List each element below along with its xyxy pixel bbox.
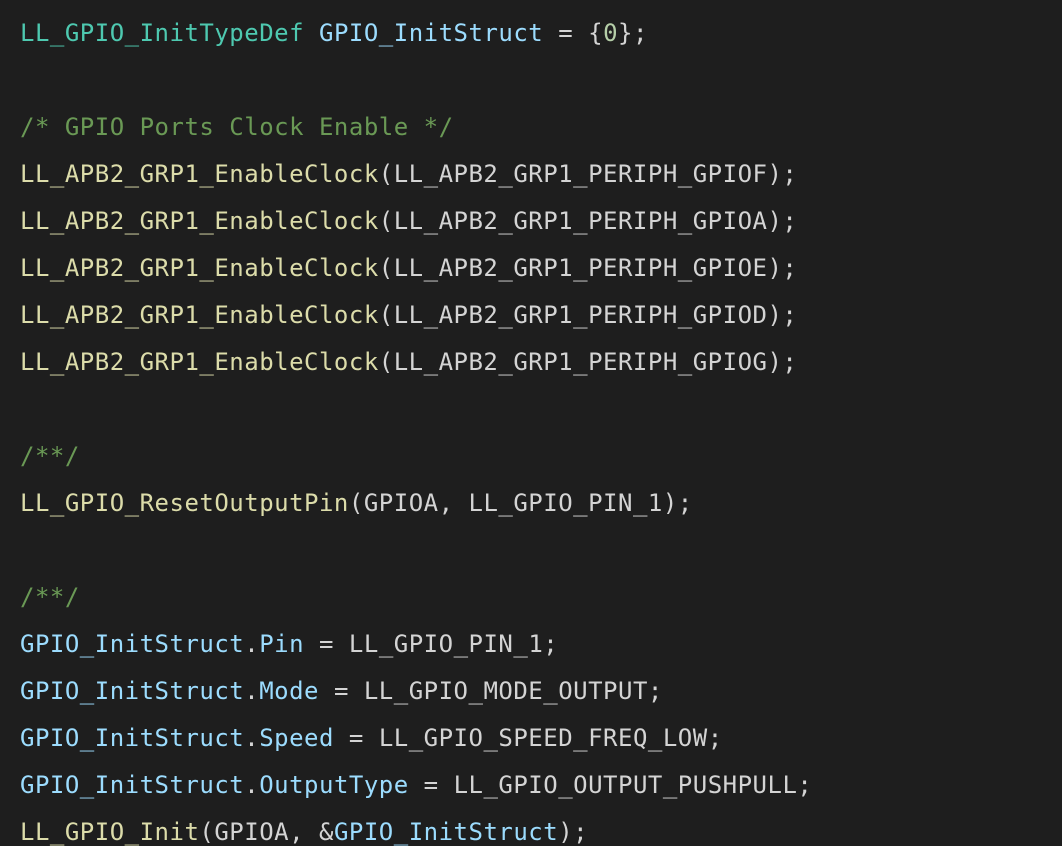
code-token [409,771,424,799]
code-token [304,19,319,47]
code-token: LL_APB2_GRP1_PERIPH_GPIOA [394,207,768,235]
code-token: LL_GPIO_PIN_1 [349,630,543,658]
code-token: ( [379,254,394,282]
code-token: Mode [259,677,319,705]
code-token: , [289,818,319,846]
code-token: = [424,771,439,799]
code-token: = [349,724,364,752]
code-token: ( [379,301,394,329]
code-token: LL_APB2_GRP1_PERIPH_GPIOD [394,301,768,329]
code-token [349,677,364,705]
code-token [543,19,558,47]
code-token: ( [199,818,214,846]
code-token: GPIOA [214,818,289,846]
code-token: ( [379,348,394,376]
code-token [319,677,334,705]
code-token: ); [767,207,797,235]
code-token: LL_GPIO_MODE_OUTPUT [364,677,648,705]
code-token: . [244,771,259,799]
code-token: { [573,19,603,47]
code-token: GPIO_InitStruct [20,630,244,658]
code-token: GPIO_InitStruct [319,19,543,47]
code-token: ); [767,254,797,282]
code-token: Speed [259,724,334,752]
code-token [364,724,379,752]
code-token [334,724,349,752]
code-token: GPIO_InitStruct [20,724,244,752]
code-token: GPIO_InitStruct [334,818,558,846]
code-token: LL_GPIO_PIN_1 [469,489,663,517]
code-line[interactable]: /* GPIO Ports Clock Enable */ [20,113,454,141]
code-token: , [439,489,469,517]
code-token: /**/ [20,442,80,470]
code-token: /**/ [20,583,80,611]
code-token: LL_APB2_GRP1_EnableClock [20,301,379,329]
code-line[interactable]: /**/ [20,442,80,470]
code-token: LL_APB2_GRP1_EnableClock [20,348,379,376]
code-token: /* GPIO Ports Clock Enable */ [20,113,454,141]
code-line[interactable]: LL_APB2_GRP1_EnableClock(LL_APB2_GRP1_PE… [20,348,797,376]
code-token: LL_APB2_GRP1_PERIPH_GPIOE [394,254,768,282]
code-token: LL_GPIO_SPEED_FREQ_LOW [379,724,708,752]
code-token [304,630,319,658]
code-token: & [319,818,334,846]
code-token: ; [543,630,558,658]
code-token: ); [663,489,693,517]
code-token: }; [618,19,648,47]
code-line[interactable]: LL_GPIO_Init(GPIOA, &GPIO_InitStruct); [20,818,588,846]
code-token: = [319,630,334,658]
code-token: GPIO_InitStruct [20,677,244,705]
code-token: LL_GPIO_InitTypeDef [20,19,304,47]
code-token: . [244,630,259,658]
code-line[interactable]: GPIO_InitStruct.Mode = LL_GPIO_MODE_OUTP… [20,677,663,705]
code-line[interactable]: GPIO_InitStruct.Pin = LL_GPIO_PIN_1; [20,630,558,658]
code-token: ; [797,771,812,799]
code-token: ; [648,677,663,705]
code-token: ); [558,818,588,846]
code-token: GPIO_InitStruct [20,771,244,799]
code-token: LL_APB2_GRP1_PERIPH_GPIOG [394,348,768,376]
code-token: = [558,19,573,47]
code-token: LL_APB2_GRP1_EnableClock [20,254,379,282]
code-line[interactable]: LL_APB2_GRP1_EnableClock(LL_APB2_GRP1_PE… [20,254,797,282]
code-token: LL_APB2_GRP1_PERIPH_GPIOF [394,160,768,188]
code-editor-content[interactable]: LL_GPIO_InitTypeDef GPIO_InitStruct = {0… [0,0,1062,846]
code-token: LL_GPIO_ResetOutputPin [20,489,349,517]
code-token: . [244,677,259,705]
code-token: GPIOA [364,489,439,517]
code-token: ); [767,301,797,329]
code-token: = [334,677,349,705]
code-token: ( [379,207,394,235]
code-token: LL_GPIO_OUTPUT_PUSHPULL [454,771,798,799]
code-token: Pin [259,630,304,658]
code-token: ( [349,489,364,517]
code-line[interactable]: GPIO_InitStruct.OutputType = LL_GPIO_OUT… [20,771,812,799]
code-token: 0 [603,19,618,47]
code-token [334,630,349,658]
code-token: ); [767,160,797,188]
code-line[interactable]: LL_GPIO_ResetOutputPin(GPIOA, LL_GPIO_PI… [20,489,693,517]
code-line[interactable]: /**/ [20,583,80,611]
code-token: LL_APB2_GRP1_EnableClock [20,160,379,188]
code-token: ); [767,348,797,376]
code-token: LL_GPIO_Init [20,818,199,846]
code-line[interactable]: GPIO_InitStruct.Speed = LL_GPIO_SPEED_FR… [20,724,723,752]
code-token: OutputType [259,771,409,799]
code-token: LL_APB2_GRP1_EnableClock [20,207,379,235]
code-line[interactable]: LL_GPIO_InitTypeDef GPIO_InitStruct = {0… [20,19,648,47]
code-line[interactable]: LL_APB2_GRP1_EnableClock(LL_APB2_GRP1_PE… [20,207,797,235]
code-token: ( [379,160,394,188]
code-token: . [244,724,259,752]
code-line[interactable]: LL_APB2_GRP1_EnableClock(LL_APB2_GRP1_PE… [20,160,797,188]
code-token: ; [708,724,723,752]
code-token [439,771,454,799]
code-line[interactable]: LL_APB2_GRP1_EnableClock(LL_APB2_GRP1_PE… [20,301,797,329]
